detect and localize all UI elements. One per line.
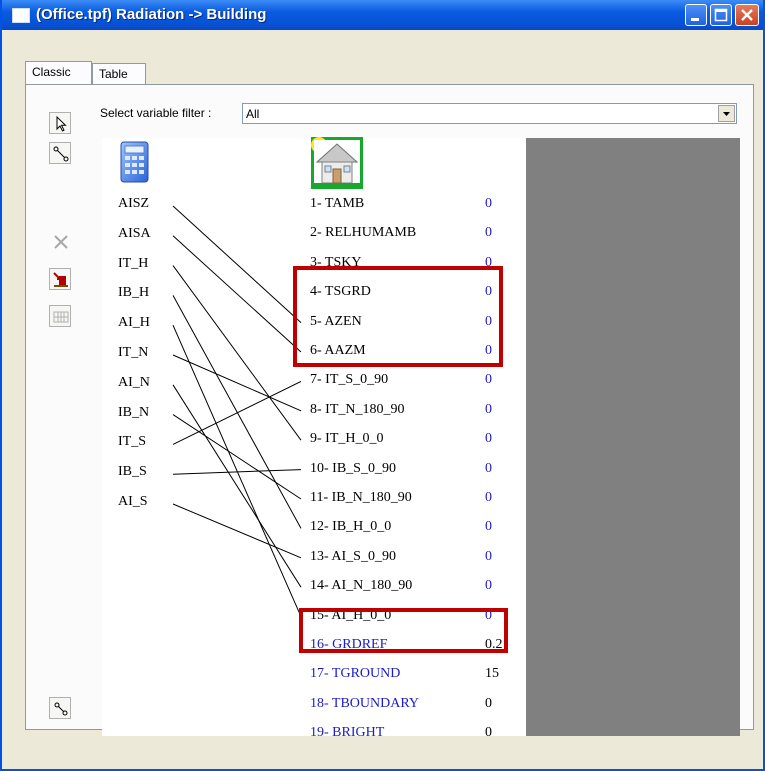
connection-line[interactable] bbox=[172, 503, 302, 559]
target-input-item[interactable]: 7- IT_S_0_90 bbox=[310, 372, 388, 388]
source-output-item[interactable]: AI_N bbox=[118, 375, 150, 391]
connection-line[interactable] bbox=[172, 354, 302, 412]
target-input-item[interactable]: 10- IB_S_0_90 bbox=[310, 461, 396, 477]
target-input-value[interactable]: 0 bbox=[485, 431, 492, 447]
target-input-value[interactable]: 0 bbox=[485, 225, 492, 241]
target-input-item[interactable]: 9- IT_H_0_0 bbox=[310, 431, 384, 447]
target-input-value[interactable]: 0 bbox=[485, 461, 492, 477]
target-input-value[interactable]: 0 bbox=[485, 372, 492, 388]
source-output-item[interactable]: IT_N bbox=[118, 345, 148, 361]
connection-line[interactable] bbox=[172, 324, 302, 617]
connection-line[interactable] bbox=[172, 380, 302, 445]
target-input-item[interactable]: 18- TBOUNDARY bbox=[310, 696, 419, 712]
target-input-item[interactable]: 19- BRIGHT bbox=[310, 725, 384, 741]
source-output-item[interactable]: IT_H bbox=[118, 256, 148, 272]
target-input-value[interactable]: 15 bbox=[485, 666, 499, 682]
target-input-item[interactable]: 14- AI_N_180_90 bbox=[310, 578, 412, 594]
target-input-value[interactable]: 0 bbox=[485, 196, 492, 212]
target-input-value[interactable]: 0 bbox=[485, 549, 492, 565]
source-output-item[interactable]: IB_H bbox=[118, 285, 149, 301]
source-output-item[interactable]: AISZ bbox=[118, 196, 149, 212]
building-icon bbox=[311, 137, 363, 189]
target-input-item[interactable]: 2- RELHUMAMB bbox=[310, 225, 416, 241]
highlight-solar-angles bbox=[293, 266, 503, 367]
connection-line[interactable] bbox=[172, 235, 302, 353]
target-input-item[interactable]: 11- IB_N_180_90 bbox=[310, 490, 412, 506]
target-input-value[interactable]: 0 bbox=[485, 725, 492, 741]
connection-line[interactable] bbox=[172, 205, 302, 323]
target-input-item[interactable]: 13- AI_S_0_90 bbox=[310, 549, 396, 565]
connection-line[interactable] bbox=[172, 265, 302, 441]
source-output-item[interactable]: IT_S bbox=[118, 434, 146, 450]
target-input-value[interactable]: 0 bbox=[485, 402, 492, 418]
target-input-item[interactable]: 17- TGROUND bbox=[310, 666, 400, 682]
target-input-item[interactable]: 1- TAMB bbox=[310, 196, 364, 212]
target-input-item[interactable]: 12- IB_H_0_0 bbox=[310, 519, 391, 535]
target-input-item[interactable]: 8- IT_N_180_90 bbox=[310, 402, 405, 418]
target-input-value[interactable]: 0 bbox=[485, 578, 492, 594]
source-output-item[interactable]: IB_N bbox=[118, 405, 149, 421]
highlight-grdref bbox=[299, 608, 508, 653]
calculator-icon bbox=[120, 141, 149, 183]
source-output-item[interactable]: AI_S bbox=[118, 494, 148, 510]
target-input-value[interactable]: 0 bbox=[485, 519, 492, 535]
connection-line[interactable] bbox=[172, 295, 302, 529]
source-output-item[interactable]: AISA bbox=[118, 226, 151, 242]
source-output-item[interactable]: IB_S bbox=[118, 464, 147, 480]
target-input-value[interactable]: 0 bbox=[485, 696, 492, 712]
target-input-value[interactable]: 0 bbox=[485, 490, 492, 506]
source-output-item[interactable]: AI_H bbox=[118, 315, 150, 331]
